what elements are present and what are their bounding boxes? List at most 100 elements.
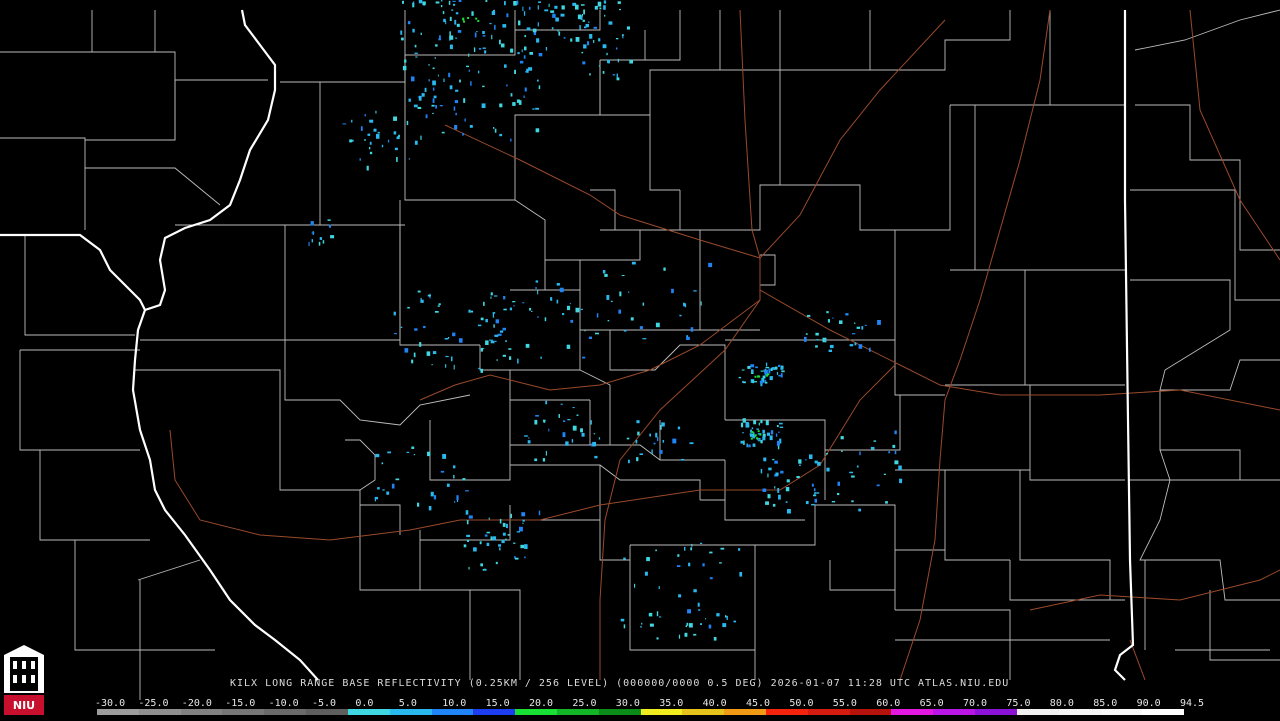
radar-echo-strong: [757, 430, 760, 433]
radar-echo: [459, 79, 461, 83]
radar-echo: [377, 131, 380, 134]
radar-echo: [367, 133, 371, 136]
radar-echo: [657, 436, 659, 441]
radar-echo: [764, 379, 767, 383]
radar-echo: [453, 474, 455, 479]
radar-echo: [752, 380, 754, 384]
radar-echo: [583, 44, 587, 49]
scale-color-segment: [724, 709, 766, 715]
radar-echo: [322, 240, 325, 244]
radar-echo: [544, 317, 547, 322]
radar-echo: [387, 139, 390, 143]
scale-label: 94.5: [1180, 698, 1205, 709]
radar-echo: [604, 273, 608, 277]
radar-echo: [562, 432, 566, 438]
radar-echo: [756, 428, 759, 430]
radar-echo: [626, 26, 630, 30]
radar-echo: [554, 5, 558, 9]
product-caption: KILX LONG RANGE BASE REFLECTIVITY (0.25K…: [230, 678, 1010, 689]
radar-echo: [481, 103, 486, 108]
radar-echo: [533, 32, 536, 35]
radar-echo: [634, 583, 636, 588]
radar-echo: [528, 437, 530, 439]
radar-echo: [579, 25, 581, 30]
radar-echo: [537, 5, 539, 10]
radar-echo: [449, 35, 454, 40]
radar-echo: [419, 342, 422, 347]
radar-echo: [502, 522, 506, 527]
radar-echo: [775, 433, 778, 437]
radar-echo: [548, 428, 550, 432]
radar-echo: [483, 568, 487, 571]
radar-echo: [470, 81, 472, 86]
radar-echo: [534, 458, 538, 462]
radar-echo: [364, 139, 366, 141]
radar-echo: [751, 427, 754, 430]
radar-echo: [635, 439, 638, 444]
radar-echo: [504, 64, 507, 68]
radar-echo: [796, 476, 800, 479]
radar-echo: [778, 364, 781, 367]
radar-echo: [658, 586, 660, 589]
radar-echo: [489, 339, 493, 341]
radar-echo: [621, 275, 625, 276]
radar-echo: [560, 13, 565, 17]
radar-echo: [580, 308, 583, 310]
radar-echo: [869, 347, 871, 352]
radar-echo: [455, 112, 457, 116]
radar-echo: [629, 59, 633, 64]
radar-echo: [402, 65, 407, 71]
radar-echo: [406, 120, 409, 125]
radar-echo: [809, 454, 813, 459]
radar-echo: [545, 450, 547, 456]
radar-echo: [827, 319, 830, 323]
radar-echo: [697, 602, 700, 607]
scale-color-segment: [640, 709, 683, 715]
radar-echo: [676, 565, 681, 567]
radar-echo: [687, 609, 691, 614]
radar-echo: [671, 288, 674, 294]
radar-echo: [580, 15, 583, 20]
radar-echo: [832, 317, 834, 319]
radar-echo: [768, 368, 771, 374]
radar-echo: [506, 84, 508, 87]
radar-echo: [709, 551, 713, 554]
radar-echo: [805, 501, 809, 505]
radar-echo: [826, 311, 829, 314]
radar-echo: [425, 114, 428, 119]
radar-echo: [452, 332, 456, 337]
radar-echo: [387, 451, 391, 454]
radar-echo: [490, 292, 493, 296]
radar-echo: [524, 35, 527, 38]
radar-echo: [418, 95, 422, 101]
radar-echo: [404, 59, 407, 63]
radar-echo: [606, 52, 608, 56]
radar-echo: [854, 322, 856, 325]
radar-echo: [522, 519, 525, 522]
radar-echo: [494, 334, 499, 337]
radar-echo: [700, 542, 703, 544]
radar-echo: [804, 336, 807, 342]
radar-echo: [686, 336, 690, 340]
radar-echo: [751, 369, 754, 373]
radar-echo: [413, 454, 416, 456]
scale-label: 85.0: [1093, 698, 1118, 709]
radar-echo: [762, 429, 765, 434]
radar-echo: [456, 495, 459, 501]
radar-echo: [449, 44, 453, 50]
radar-echo: [502, 532, 506, 536]
radar-echo: [655, 432, 658, 438]
radar-echo: [386, 491, 390, 495]
radar-echo: [486, 542, 490, 546]
radar-echo: [521, 49, 523, 53]
radar-echo: [451, 9, 454, 11]
radar-echo: [759, 380, 763, 384]
radar-echo: [505, 340, 507, 343]
radar-echo: [683, 303, 686, 307]
radar-echo: [478, 324, 482, 327]
scale-label: 45.0: [746, 698, 771, 709]
radar-echo: [883, 473, 886, 475]
radar-echo: [311, 232, 315, 234]
radar-echo: [746, 443, 748, 448]
radar-echo: [493, 295, 498, 297]
